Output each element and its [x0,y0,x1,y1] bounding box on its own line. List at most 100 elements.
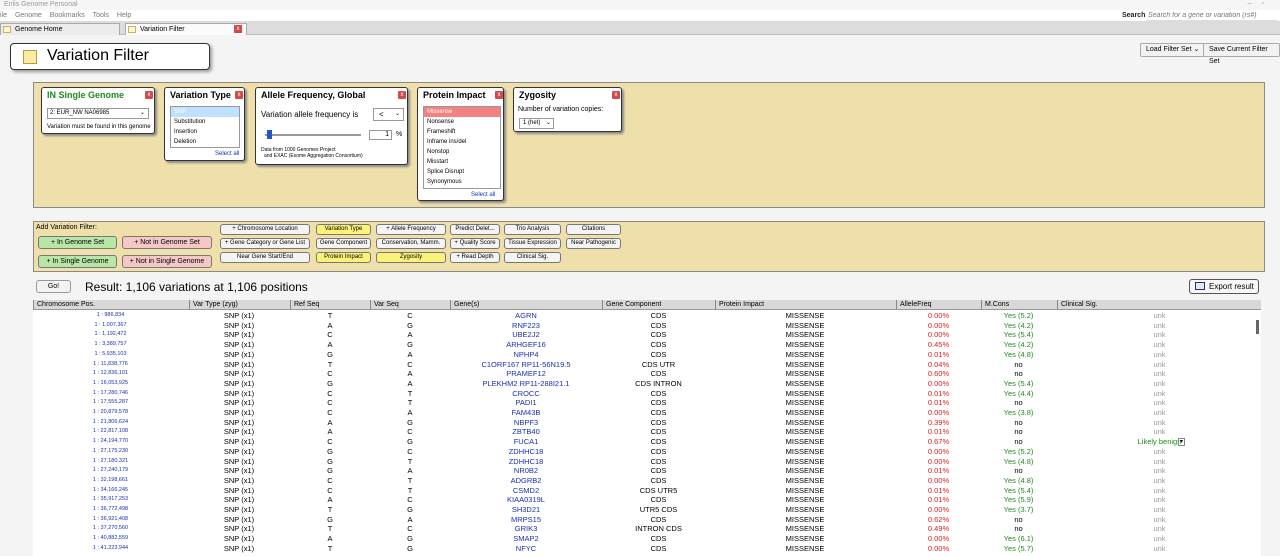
genes-cell[interactable]: FAM43B [450,408,602,418]
list-item[interactable]: Frameshift [424,127,500,137]
table-row[interactable]: 1 : 32,198,661 SNP (x1) C T ADGRB2 CDS MISSENS… [33,476,1261,486]
column-header[interactable]: M.Cons [981,300,1057,310]
add-clinical-sig-button[interactable]: Clinical Sig. [504,252,561,263]
list-item[interactable]: Insertion [171,127,239,137]
operator-select[interactable]: < ⌄ [373,108,404,121]
chromosome-pos-cell[interactable]: 1 : 16,053,925 [33,379,188,389]
table-row[interactable]: 1 : 36,772,498 SNP (x1) T G SH3D21 UTR5 CDS MI… [33,505,1261,515]
list-item[interactable]: Nonstop [424,147,500,157]
list-item[interactable]: Splice Disrupt [424,167,500,177]
table-row[interactable]: 1 : 11,838,776 SNP (x1) T C C1ORF167 RP11-56… [33,360,1261,370]
genes-cell[interactable]: PADI1 [450,398,602,408]
genes-cell[interactable]: NR0B2 [450,466,602,476]
add-allele-frequency-button[interactable]: + Allele Frequency [376,224,446,235]
table-row[interactable]: 1 : 986,834 SNP (x1) T C AGRN CDS MISSENSE 0.00… [33,311,1261,321]
add-read-depth-button[interactable]: + Read Depth [450,252,500,263]
table-row[interactable]: 1 : 27,175,230 SNP (x1) G C ZDHHC18 CDS MISSEN… [33,447,1261,457]
chromosome-pos-cell[interactable]: 1 : 986,834 [33,311,188,321]
table-row[interactable]: 1 : 36,921,408 SNP (x1) G A MRPS15 CDS MISSENS… [33,515,1261,525]
chromosome-pos-cell[interactable]: 1 : 1,192,472 [33,330,188,340]
chromosome-pos-cell[interactable]: 1 : 36,921,408 [33,515,188,525]
table-row[interactable]: 1 : 1,007,367 SNP (x1) A G RNF223 CDS MISSENSE… [33,321,1261,331]
table-row[interactable]: 1 : 17,280,746 SNP (x1) C T CROCC CDS MISSENSE… [33,389,1261,399]
column-header[interactable]: Var Type (zyg) [189,300,290,310]
not-in-genome-set-button[interactable]: + Not in Genome Set [122,236,212,249]
table-row[interactable]: 1 : 24,194,770 SNP (x1) C G FUCA1 CDS MISSENSE… [33,437,1261,447]
table-row[interactable]: 1 : 27,240,179 SNP (x1) G A NR0B2 CDS MISSENSE… [33,466,1261,476]
add-zygosity-button[interactable]: Zygosity [376,252,446,263]
genes-cell[interactable]: NBPF3 [450,418,602,428]
table-row[interactable]: 1 : 21,806,624 SNP (x1) A G NBPF3 CDS MISSENSE… [33,418,1261,428]
genes-cell[interactable]: FUCA1 [450,437,602,447]
list-item[interactable]: Nonsense [424,117,500,127]
allele-freq-slider-thumb[interactable] [266,130,272,139]
column-header[interactable]: Gene(s) [450,300,602,310]
allele-freq-input[interactable]: 1 [369,130,392,140]
add-tissue-expression-button[interactable]: Tissue Expression [504,238,561,249]
table-row[interactable]: 1 : 37,270,560 SNP (x1) T C GRIK3 INTRON CDS M… [33,524,1261,534]
list-item[interactable]: Missense [424,107,500,117]
genes-cell[interactable]: ZBTB40 [450,427,602,437]
table-row[interactable]: 1 : 1,192,472 SNP (x1) C A UBE2J2 CDS MISSENSE… [33,330,1261,340]
chromosome-pos-cell[interactable]: 1 : 5,935,103 [33,350,188,360]
chromosome-pos-cell[interactable]: 1 : 22,817,108 [33,427,188,437]
genes-cell[interactable]: CROCC [450,389,602,399]
chromosome-pos-cell[interactable]: 1 : 1,007,367 [33,321,188,331]
genes-cell[interactable]: C1ORF167 RP11-56N19.5 [450,360,602,370]
chromosome-pos-cell[interactable]: 1 : 24,194,770 [33,437,188,447]
table-row[interactable]: 1 : 35,917,253 SNP (x1) A C KIAA0319L CDS MISS… [33,495,1261,505]
table-row[interactable]: 1 : 41,223,944 SNP (x1) T G NFYC CDS MISSENSE 0… [33,544,1261,554]
window-controls[interactable]: –▫ [1248,0,1274,7]
chromosome-pos-cell[interactable]: 1 : 37,270,560 [33,524,188,534]
close-icon[interactable]: x [234,25,242,33]
add-gene-component-button[interactable]: Gene Component [316,238,371,249]
tab-variation-filter[interactable]: Variation Filter x [125,23,247,35]
allele-freq-slider-track[interactable] [265,134,361,136]
list-item[interactable]: Synonymous [424,177,500,187]
genes-cell[interactable]: UBE2J2 [450,330,602,340]
menu-tools[interactable]: Tools [93,12,109,19]
chromosome-pos-cell[interactable]: 1 : 12,836,101 [33,369,188,379]
genes-cell[interactable]: CSMD2 [450,486,602,496]
add-trio-analysis-button[interactable]: Trio Analysis [504,224,561,235]
add-variation-type-button[interactable]: Variation Type [316,224,371,235]
column-header[interactable]: Protein Impact [715,300,896,310]
genes-cell[interactable]: NFYC [450,544,602,554]
column-header[interactable]: Clinical Sig. [1057,300,1261,310]
chromosome-pos-cell[interactable]: 1 : 34,166,245 [33,486,188,496]
add-conservation-button[interactable]: Conservation, Mamm. [376,238,446,249]
add-quality-score-button[interactable]: + Quality Score [450,238,500,249]
chromosome-pos-cell[interactable]: 1 : 36,772,498 [33,505,188,515]
chromosome-pos-cell[interactable]: 1 : 21,806,624 [33,418,188,428]
genes-cell[interactable]: KIAA0319L [450,495,602,505]
table-row[interactable]: 1 : 20,879,578 SNP (x1) C A FAM43B CDS MISSENS… [33,408,1261,418]
chromosome-pos-cell[interactable]: 1 : 27,240,179 [33,466,188,476]
add-protein-impact-button[interactable]: Protein Impact [316,252,371,263]
table-row[interactable]: 1 : 40,882,559 SNP (x1) A G SMAP2 CDS MISSENSE… [33,534,1261,544]
genes-cell[interactable]: RNF223 [450,321,602,331]
close-icon[interactable]: x [235,91,243,99]
chromosome-pos-cell[interactable]: 1 : 11,838,776 [33,360,188,370]
chromosome-pos-cell[interactable]: 1 : 27,175,230 [33,447,188,457]
table-row[interactable]: 1 : 27,180,321 SNP (x1) G T ZDHHC18 CDS MISSEN… [33,457,1261,467]
column-header[interactable]: Ref Seq [290,300,370,310]
load-filter-set-dropdown[interactable]: Load Filter Set ⌄ [1140,43,1206,57]
add-chromosome-location-button[interactable]: + Chromosome Location [220,224,310,235]
column-header[interactable]: Chromosome Pos. [33,300,189,310]
chromosome-pos-cell[interactable]: 1 : 41,223,944 [33,544,188,554]
close-icon[interactable]: x [145,91,153,99]
chromosome-pos-cell[interactable]: 1 : 40,882,559 [33,534,188,544]
table-row[interactable]: 1 : 3,389,757 SNP (x1) A G ARHGEF16 CDS MISSEN… [33,340,1261,350]
select-all-link[interactable]: Select all [215,151,239,157]
genes-cell[interactable]: ADGRB2 [450,476,602,486]
genes-cell[interactable]: PLEKHM2 RP11-288I21.1 [450,379,602,389]
genes-cell[interactable]: SH3D21 [450,505,602,515]
genome-select[interactable]: 2: EUR_NW NA06985 ⌄ [47,108,149,119]
list-item[interactable]: SNP [171,107,239,117]
column-header[interactable]: Gene Component [602,300,715,310]
genes-cell[interactable]: PRAMEF12 [450,369,602,379]
go-button[interactable]: Go! [36,280,71,293]
select-all-link[interactable]: Select all [471,192,495,198]
genes-cell[interactable]: MRPS15 [450,515,602,525]
genes-cell[interactable]: GRIK3 [450,524,602,534]
